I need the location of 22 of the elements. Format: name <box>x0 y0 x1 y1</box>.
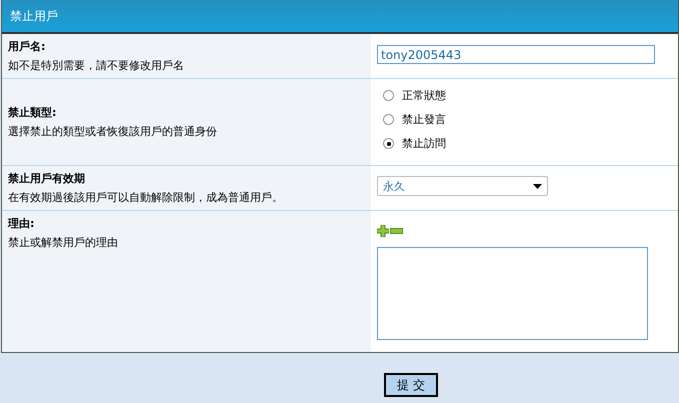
reason-field[interactable] <box>377 247 648 340</box>
field-label: 理由: <box>8 216 36 231</box>
minus-icon[interactable] <box>390 228 403 234</box>
plus-icon[interactable] <box>377 225 389 237</box>
field-hint: 選擇禁止的類型或者恢復該用戶的普通身份 <box>8 124 218 139</box>
panel-title: 禁止用戶 <box>10 9 58 23</box>
field-label: 禁止類型: <box>8 105 58 120</box>
duration-dropdown[interactable]: 永久 <box>377 176 548 196</box>
radio-icon[interactable] <box>383 90 394 101</box>
radio-icon[interactable] <box>383 138 394 149</box>
field-hint: 禁止或解禁用戶的理由 <box>8 235 119 250</box>
field-hint: 如不是特別需要，請不要修改用戶名 <box>8 58 185 73</box>
radio-option[interactable]: 禁止發言 <box>383 112 672 127</box>
field-label: 用戶名: <box>8 39 46 54</box>
radio-icon[interactable] <box>383 114 394 125</box>
radio-option[interactable]: 正常狀態 <box>383 88 672 103</box>
submit-button[interactable]: 提 交 <box>384 373 438 397</box>
username-field[interactable]: tony2005443 <box>377 45 655 64</box>
radio-option[interactable]: 禁止訪問 <box>383 136 672 151</box>
field-hint: 在有效期過後該用戶可以自動解除限制，成為普通用戶。 <box>8 190 284 205</box>
caret-icon <box>533 184 542 188</box>
field-label: 禁止用戶有效期 <box>8 171 86 186</box>
